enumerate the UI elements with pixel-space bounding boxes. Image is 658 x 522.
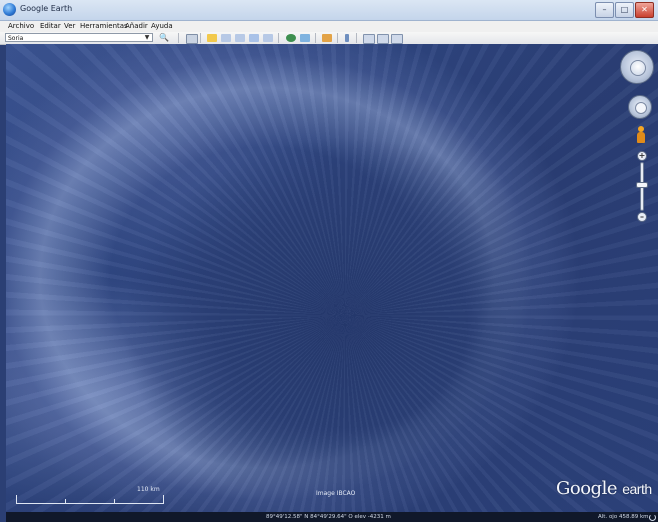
move-hand-icon[interactable]: [635, 102, 647, 114]
toolbar-separator: [200, 33, 201, 43]
toolbar-separator: [178, 33, 179, 43]
compass-eye-icon[interactable]: [630, 60, 646, 76]
earth-3d-view[interactable]: [6, 44, 658, 512]
google-earth-app-icon: [3, 3, 16, 16]
sunlight-icon[interactable]: [300, 34, 310, 42]
ruler-icon[interactable]: [345, 34, 349, 42]
zoom-in-button[interactable]: +: [637, 151, 647, 161]
move-control[interactable]: [628, 95, 652, 119]
logo-earth-text: earth: [622, 481, 652, 497]
menu-anadir[interactable]: Añadir: [125, 22, 148, 30]
scale-bar: [16, 495, 164, 504]
historical-imagery-icon[interactable]: [286, 34, 296, 42]
menu-archivo[interactable]: Archivo: [8, 22, 34, 30]
email-icon[interactable]: [363, 34, 375, 44]
minimize-button[interactable]: –: [595, 2, 614, 18]
menu-ver[interactable]: Ver: [64, 22, 75, 30]
close-button[interactable]: ✕: [635, 2, 654, 18]
menu-editar[interactable]: Editar: [40, 22, 61, 30]
scale-label: 110 km: [137, 486, 160, 493]
toolbar-separator: [278, 33, 279, 43]
toolbar-separator: [315, 33, 316, 43]
image-overlay-icon[interactable]: [249, 34, 259, 42]
logo-google-text: Google: [556, 478, 617, 499]
window-controls: – □ ✕: [595, 2, 654, 18]
sidebar-toggle-icon[interactable]: [186, 34, 198, 44]
zoom-slider-thumb[interactable]: [636, 182, 648, 188]
cursor-coordinates: 89°49'12.58" N 84°49'29.64" O elev -4231…: [266, 514, 391, 520]
menu-bar: Archivo Editar Ver Herramientas Añadir A…: [0, 21, 658, 32]
zoom-out-button[interactable]: –: [637, 212, 647, 222]
imagery-credit: Image IBCAO: [316, 490, 356, 497]
window-title: Google Earth: [20, 4, 73, 13]
streaming-progress-icon: [649, 514, 656, 521]
search-history-dropdown[interactable]: ▼: [143, 34, 151, 42]
street-view-pegman-icon[interactable]: [637, 126, 645, 144]
status-bar: 89°49'12.58" N 84°49'29.64" O elev -4231…: [6, 512, 658, 522]
ocean-floor-imagery: [6, 44, 658, 512]
search-input[interactable]: Soria: [5, 33, 153, 42]
title-bar: Google Earth – □ ✕: [0, 0, 658, 21]
look-around-control[interactable]: [620, 50, 654, 84]
path-icon[interactable]: [235, 34, 245, 42]
toolbar-separator: [337, 33, 338, 43]
eye-altitude: Alt. ojo 458.89 km: [598, 514, 649, 520]
menu-ayuda[interactable]: Ayuda: [151, 22, 173, 30]
record-tour-icon[interactable]: [263, 34, 273, 42]
switch-to-sky-icon[interactable]: [322, 34, 332, 42]
print-icon[interactable]: [377, 34, 389, 44]
toolbar-separator: [356, 33, 357, 43]
view-in-maps-icon[interactable]: [391, 34, 403, 44]
google-earth-logo: Google earth: [556, 478, 652, 499]
polygon-icon[interactable]: [221, 34, 231, 42]
scale-tick: [65, 499, 66, 503]
scale-tick: [114, 499, 115, 503]
pegman-body: [637, 132, 645, 143]
menu-herramientas[interactable]: Herramientas: [80, 22, 128, 30]
maximize-button[interactable]: □: [615, 2, 634, 18]
placemark-icon[interactable]: [207, 34, 217, 42]
search-icon[interactable]: 🔍: [158, 33, 170, 43]
